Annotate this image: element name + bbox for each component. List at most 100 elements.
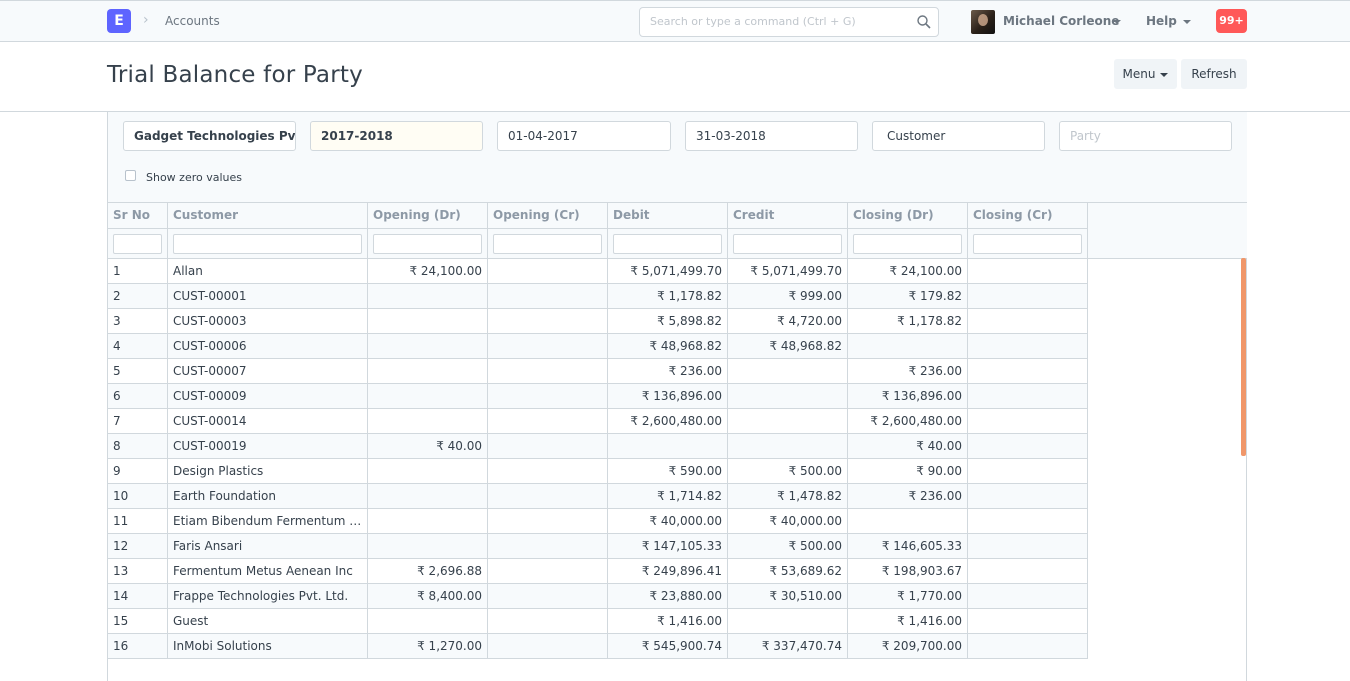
table-cell: CUST-00007 [168,359,368,383]
table-cell: CUST-00003 [168,309,368,333]
search-icon[interactable] [916,14,932,30]
column-filter-cell [168,228,368,259]
table-row[interactable]: 6 CUST-00009 ₹ 136,896.00 ₹ 136,896.00 [108,384,1088,409]
table-cell: 12 [108,534,168,558]
table-cell: Faris Ansari [168,534,368,558]
refresh-button[interactable]: Refresh [1181,59,1247,89]
company-filter[interactable]: Gadget Technologies Pvt. I [123,121,296,151]
column-filter-input[interactable] [373,234,482,254]
column-filter-input[interactable] [613,234,722,254]
table-cell: ₹ 500.00 [728,534,848,558]
table-row[interactable]: 16 InMobi Solutions ₹ 1,270.00 ₹ 545,900.74… [108,634,1088,659]
awesome-bar[interactable] [639,7,939,37]
show-zero-values-checkbox[interactable] [125,170,136,181]
column-header[interactable]: Opening (Cr) [488,203,608,228]
to-date-filter[interactable]: 31-03-2018 [685,121,858,151]
caret-down-icon[interactable] [1113,20,1121,24]
column-filter-input[interactable] [173,234,362,254]
table-cell: ₹ 236.00 [848,359,968,383]
table-cell: ₹ 2,600,480.00 [848,409,968,433]
column-header[interactable]: Customer [168,203,368,228]
table-cell: ₹ 249,896.41 [608,559,728,583]
from-date-filter[interactable]: 01-04-2017 [497,121,671,151]
table-cell: CUST-00006 [168,334,368,358]
table-cell: ₹ 179.82 [848,284,968,308]
report-grid: Sr No Customer Opening (Dr) Opening (Cr) Deb… [108,202,1247,660]
table-cell: CUST-00019 [168,434,368,458]
vertical-scrollbar[interactable] [1241,258,1246,456]
report-view: Gadget Technologies Pvt. I 2017-2018 01-… [107,112,1247,681]
table-cell [488,534,608,558]
table-cell [488,309,608,333]
table-row[interactable]: 2 CUST-00001 ₹ 1,178.82 ₹ 999.00 ₹ 179.82 [108,284,1088,309]
table-cell: ₹ 236.00 [848,484,968,508]
column-header[interactable]: Opening (Dr) [368,203,488,228]
table-cell: 10 [108,484,168,508]
caret-down-icon[interactable] [1183,20,1191,24]
table-cell: Allan [168,259,368,283]
column-header[interactable]: Closing (Cr) [968,203,1088,228]
fiscal-year-filter[interactable]: 2017-2018 [310,121,483,151]
column-filter-input[interactable] [973,234,1082,254]
table-row[interactable]: 10 Earth Foundation ₹ 1,714.82 ₹ 1,478.82 ₹ … [108,484,1088,509]
table-row[interactable]: 7 CUST-00014 ₹ 2,600,480.00 ₹ 2,600,480.00 [108,409,1088,434]
table-cell: ₹ 5,071,499.70 [728,259,848,283]
table-row[interactable]: 15 Guest ₹ 1,416.00 ₹ 1,416.00 [108,609,1088,634]
table-cell [968,534,1088,558]
table-row[interactable]: 9 Design Plastics ₹ 590.00 ₹ 500.00 ₹ 90.00 [108,459,1088,484]
table-cell: ₹ 1,478.82 [728,484,848,508]
table-cell [728,409,848,433]
table-cell: ₹ 40,000.00 [728,509,848,533]
table-cell [488,434,608,458]
breadcrumb-accounts[interactable]: Accounts [165,14,220,28]
party-filter[interactable]: Party [1059,121,1232,151]
notifications-badge[interactable]: 99+ [1216,9,1247,33]
table-cell [968,284,1088,308]
table-cell [368,409,488,433]
table-row[interactable]: 4 CUST-00006 ₹ 48,968.82 ₹ 48,968.82 [108,334,1088,359]
table-cell: ₹ 5,071,499.70 [608,259,728,283]
column-header[interactable]: Credit [728,203,848,228]
table-cell [488,634,608,658]
table-row[interactable]: 8 CUST-00019 ₹ 40.00 ₹ 40.00 [108,434,1088,459]
table-cell: Earth Foundation [168,484,368,508]
table-row[interactable]: 5 CUST-00007 ₹ 236.00 ₹ 236.00 [108,359,1088,384]
avatar[interactable] [971,10,995,34]
help-menu[interactable]: Help [1146,14,1177,28]
table-cell: ₹ 198,903.67 [848,559,968,583]
table-cell [488,509,608,533]
table-row[interactable]: 1 Allan ₹ 24,100.00 ₹ 5,071,499.70 ₹ 5,071,4… [108,259,1088,284]
table-row[interactable]: 13 Fermentum Metus Aenean Inc ₹ 2,696.88 ₹ … [108,559,1088,584]
table-cell [368,609,488,633]
table-cell [968,559,1088,583]
column-filter-input[interactable] [113,234,162,254]
table-cell [728,359,848,383]
search-input[interactable] [650,15,910,28]
table-row[interactable]: 14 Frappe Technologies Pvt. Ltd. ₹ 8,400.0… [108,584,1088,609]
user-menu[interactable]: Michael Corleone [1003,14,1119,28]
column-filter-input[interactable] [493,234,602,254]
column-header[interactable]: Closing (Dr) [848,203,968,228]
table-row[interactable]: 12 Faris Ansari ₹ 147,105.33 ₹ 500.00 ₹ 146,… [108,534,1088,559]
table-cell: Fermentum Metus Aenean Inc [168,559,368,583]
table-cell: ₹ 545,900.74 [608,634,728,658]
table-cell: ₹ 500.00 [728,459,848,483]
table-cell: ₹ 999.00 [728,284,848,308]
table-cell: 11 [108,509,168,533]
table-cell [368,309,488,333]
column-filter-cell [368,228,488,259]
table-row[interactable]: 3 CUST-00003 ₹ 5,898.82 ₹ 4,720.00 ₹ 1,178.8… [108,309,1088,334]
table-row[interactable]: 11 Etiam Bibendum Fermentum Ind... ₹ 40,00… [108,509,1088,534]
table-cell: 6 [108,384,168,408]
table-cell: ₹ 40.00 [848,434,968,458]
menu-button[interactable]: Menu [1114,59,1177,89]
party-type-filter[interactable]: Customer [872,121,1045,151]
app-logo[interactable]: E [107,9,131,33]
table-cell: ₹ 2,600,480.00 [608,409,728,433]
column-header[interactable]: Sr No [108,203,168,228]
table-cell: ₹ 8,400.00 [368,584,488,608]
table-cell [488,284,608,308]
column-filter-input[interactable] [733,234,842,254]
column-filter-input[interactable] [853,234,962,254]
column-header[interactable]: Debit [608,203,728,228]
